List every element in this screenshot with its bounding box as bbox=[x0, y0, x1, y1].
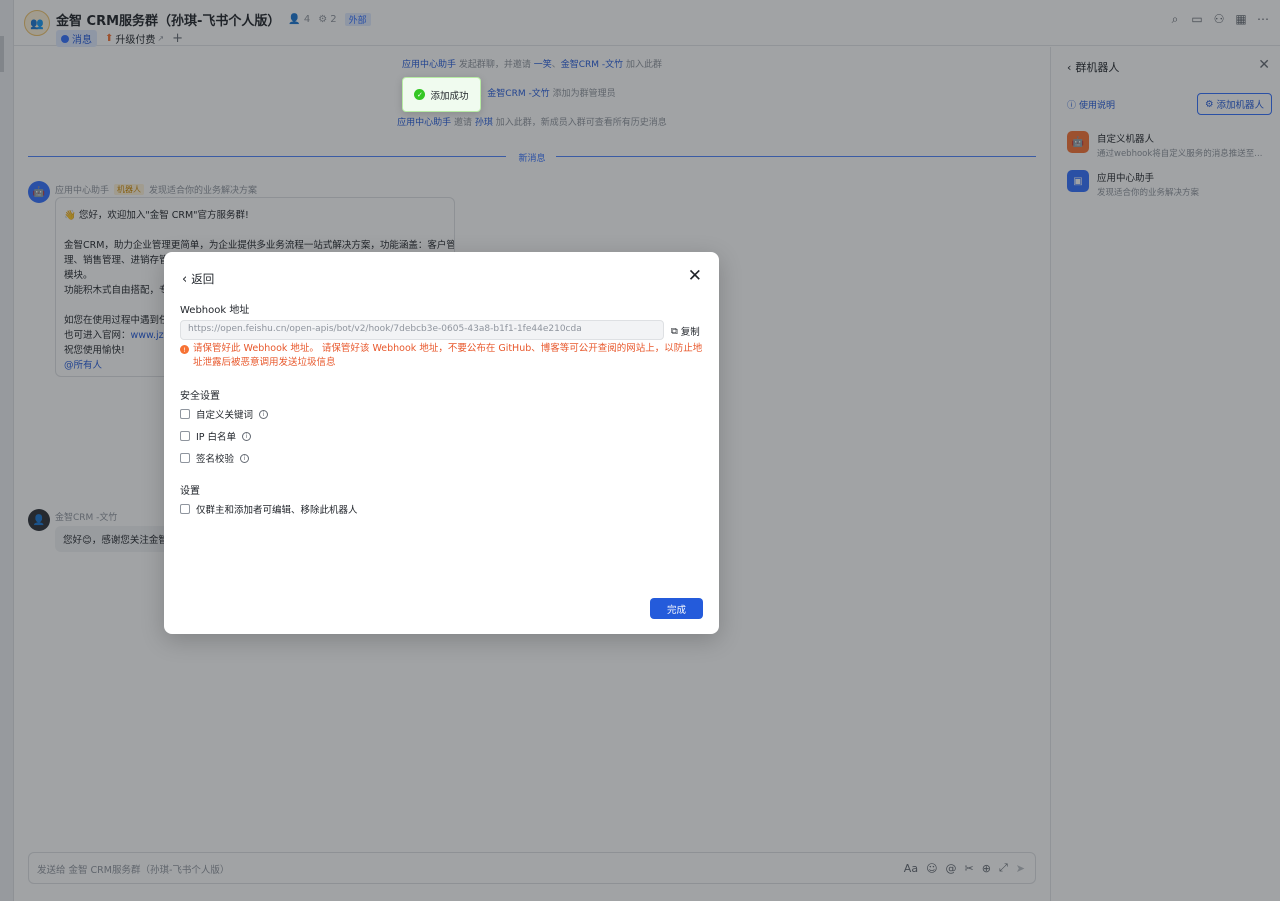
option-owner-only[interactable]: 仅群主和添加者可编辑、移除此机器人 bbox=[180, 502, 358, 516]
info-icon[interactable]: i bbox=[259, 409, 269, 419]
checkbox-custom-keywords[interactable] bbox=[180, 409, 190, 419]
info-icon[interactable]: i bbox=[242, 431, 252, 441]
webhook-warning: ! 请保管好此 Webhook 地址。 请保管好该 Webhook 地址，不要公… bbox=[180, 342, 705, 370]
done-button[interactable]: 完成 bbox=[650, 598, 703, 619]
chevron-left-icon: ‹ bbox=[182, 271, 188, 287]
security-label: 安全设置 bbox=[180, 391, 220, 402]
checkbox-owner-only[interactable] bbox=[180, 504, 190, 514]
option-custom-keywords[interactable]: 自定义关键词 i bbox=[180, 407, 269, 421]
copy-icon: ⧉ bbox=[671, 325, 678, 337]
option-ip-whitelist[interactable]: IP 白名单 i bbox=[180, 429, 252, 443]
modal-close-icon[interactable]: ✕ bbox=[688, 268, 702, 285]
settings-label: 设置 bbox=[180, 486, 200, 497]
checkbox-signature[interactable] bbox=[180, 453, 190, 463]
option-signature[interactable]: 签名校验 i bbox=[180, 451, 250, 465]
checkbox-ip-whitelist[interactable] bbox=[180, 431, 190, 441]
back-button[interactable]: ‹ 返回 bbox=[182, 271, 214, 287]
webhook-url-field[interactable]: https://open.feishu.cn/open-apis/bot/v2/… bbox=[180, 320, 664, 340]
webhook-modal: ‹ 返回 ✕ Webhook 地址 https://open.feishu.cn/… bbox=[164, 252, 719, 634]
success-toast: ✓ 添加成功 bbox=[402, 77, 481, 112]
webhook-label: Webhook 地址 bbox=[180, 305, 250, 316]
check-circle-icon: ✓ bbox=[414, 89, 426, 100]
warning-icon: ! bbox=[180, 345, 189, 354]
info-icon[interactable]: i bbox=[240, 453, 250, 463]
copy-button[interactable]: ⧉ 复制 bbox=[671, 324, 700, 339]
